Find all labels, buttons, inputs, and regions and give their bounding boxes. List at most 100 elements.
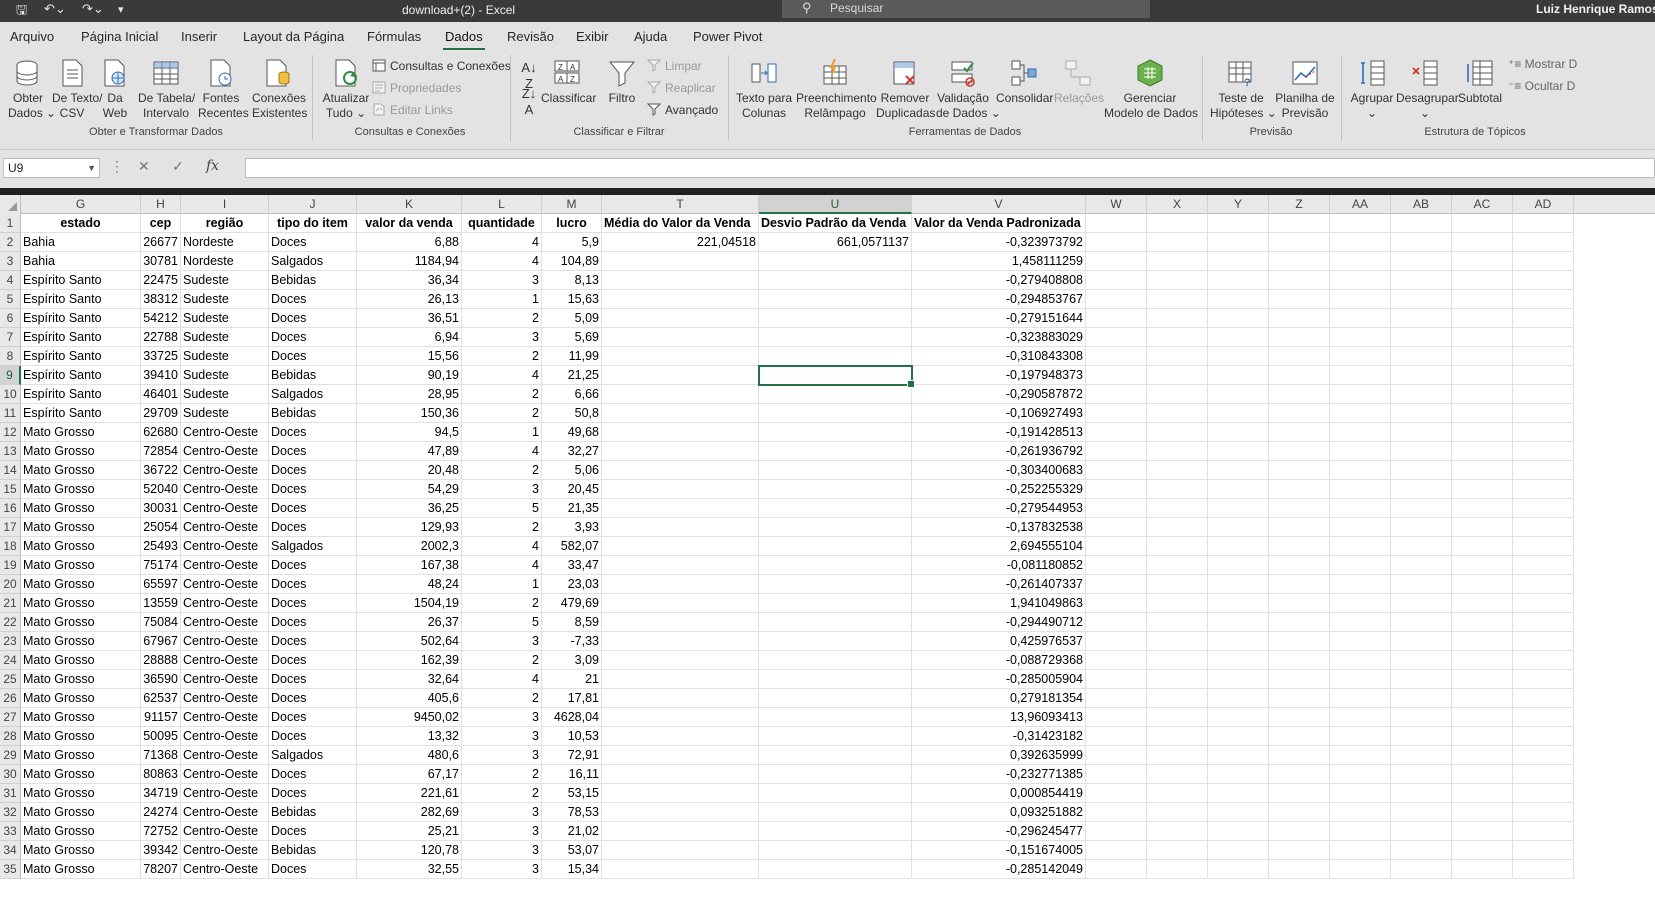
- grid-cell[interactable]: [1452, 404, 1513, 423]
- hide-detail-button[interactable]: ⁻≡ Ocultar D: [1508, 78, 1575, 94]
- row-header-21[interactable]: 21: [0, 594, 21, 613]
- save-icon[interactable]: 🖫: [16, 1, 27, 23]
- grid-cell[interactable]: [1452, 309, 1513, 328]
- grid-cell[interactable]: [1269, 347, 1330, 366]
- grid-cell[interactable]: -0,279544953: [912, 499, 1086, 518]
- grid-cell[interactable]: -0,296245477: [912, 822, 1086, 841]
- grid-cell[interactable]: 9450,02: [357, 708, 462, 727]
- grid-cell[interactable]: [1147, 803, 1208, 822]
- tab-p-gina-inicial[interactable]: Página Inicial: [81, 29, 158, 44]
- grid-cell[interactable]: [1513, 347, 1574, 366]
- row-header-14[interactable]: 14: [0, 461, 21, 480]
- grid-cell[interactable]: Bebidas: [269, 271, 357, 290]
- grid-cell[interactable]: 4: [462, 252, 542, 271]
- grid-cell[interactable]: [1269, 480, 1330, 499]
- grid-cell[interactable]: 0,392635999: [912, 746, 1086, 765]
- grid-cell[interactable]: [1208, 499, 1269, 518]
- grid-cell[interactable]: [1147, 290, 1208, 309]
- grid-cell[interactable]: 2: [462, 347, 542, 366]
- grid-cell[interactable]: Sudeste: [181, 385, 269, 404]
- grid-cell[interactable]: [1269, 784, 1330, 803]
- grid-cell[interactable]: Mato Grosso: [21, 689, 141, 708]
- grid-cell[interactable]: [1391, 518, 1452, 537]
- grid-cell[interactable]: 1504,19: [357, 594, 462, 613]
- grid-cell[interactable]: 34719: [141, 784, 181, 803]
- grid-cell[interactable]: [1452, 803, 1513, 822]
- grid-cell[interactable]: [1147, 746, 1208, 765]
- grid-cell[interactable]: 91157: [141, 708, 181, 727]
- grid-cell[interactable]: [602, 670, 759, 689]
- grid-cell[interactable]: [1452, 594, 1513, 613]
- grid-cell[interactable]: [1147, 518, 1208, 537]
- grid-cell[interactable]: [1330, 727, 1391, 746]
- grid-cell[interactable]: [602, 689, 759, 708]
- grid-cell[interactable]: [1513, 290, 1574, 309]
- grid-cell[interactable]: 20,45: [542, 480, 602, 499]
- enter-icon[interactable]: ✓: [172, 158, 184, 175]
- grid-cell[interactable]: [1208, 708, 1269, 727]
- grid-cell[interactable]: 78,53: [542, 803, 602, 822]
- grid-cell[interactable]: Bebidas: [269, 366, 357, 385]
- grid-cell[interactable]: 36,51: [357, 309, 462, 328]
- grid-cell[interactable]: 72,91: [542, 746, 602, 765]
- grid-cell[interactable]: 6,66: [542, 385, 602, 404]
- grid-cell[interactable]: -0,290587872: [912, 385, 1086, 404]
- row-header-28[interactable]: 28: [0, 727, 21, 746]
- grid-cell[interactable]: [1452, 708, 1513, 727]
- grid-cell[interactable]: [1391, 252, 1452, 271]
- grid-cell[interactable]: [1330, 613, 1391, 632]
- grid-cell[interactable]: 129,93: [357, 518, 462, 537]
- column-header-z[interactable]: Z: [1269, 195, 1330, 214]
- grid-cell[interactable]: [1147, 423, 1208, 442]
- grid-cell[interactable]: [602, 347, 759, 366]
- grid-cell[interactable]: Nordeste: [181, 233, 269, 252]
- grid-cell[interactable]: 52040: [141, 480, 181, 499]
- grid-cell[interactable]: Mato Grosso: [21, 670, 141, 689]
- grid-cell[interactable]: 4: [462, 670, 542, 689]
- column-header-g[interactable]: G: [21, 195, 141, 214]
- grid-cell[interactable]: [1269, 803, 1330, 822]
- grid-cell[interactable]: [1330, 556, 1391, 575]
- grid-cell[interactable]: [1391, 651, 1452, 670]
- grid-cell[interactable]: -0,285142049: [912, 860, 1086, 879]
- grid-cell[interactable]: 36,25: [357, 499, 462, 518]
- existing-connections-button[interactable]: Conexões Existentes: [252, 58, 307, 121]
- grid-cell[interactable]: [1208, 309, 1269, 328]
- grid-cell[interactable]: [1391, 556, 1452, 575]
- grid-cell[interactable]: [1208, 765, 1269, 784]
- grid-cell[interactable]: 2: [462, 518, 542, 537]
- grid-cell[interactable]: [602, 252, 759, 271]
- grid-cell[interactable]: [1513, 784, 1574, 803]
- grid-cell[interactable]: [1147, 651, 1208, 670]
- grid-cell[interactable]: 30781: [141, 252, 181, 271]
- grid-cell[interactable]: 3: [462, 328, 542, 347]
- grid-cell[interactable]: [759, 689, 912, 708]
- grid-cell[interactable]: Espírito Santo: [21, 347, 141, 366]
- grid-cell[interactable]: [1330, 423, 1391, 442]
- grid-cell[interactable]: 2002,3: [357, 537, 462, 556]
- grid-cell[interactable]: [1147, 499, 1208, 518]
- row-header-17[interactable]: 17: [0, 518, 21, 537]
- grid-cell[interactable]: [1147, 613, 1208, 632]
- grid-cell[interactable]: -0,191428513: [912, 423, 1086, 442]
- grid-cell[interactable]: 582,07: [542, 537, 602, 556]
- grid-cell[interactable]: 20,48: [357, 461, 462, 480]
- grid-cell[interactable]: Doces: [269, 594, 357, 613]
- worksheet-grid[interactable]: G H I J K L M T U V W X Y Z AA AB AC AD 1 estado cep região t…: [0, 195, 1655, 920]
- grid-cell[interactable]: -0,088729368: [912, 651, 1086, 670]
- grid-cell[interactable]: [1269, 252, 1330, 271]
- grid-cell[interactable]: Centro-Oeste: [181, 670, 269, 689]
- grid-cell[interactable]: 4: [462, 366, 542, 385]
- grid-cell[interactable]: [1452, 347, 1513, 366]
- grid-cell[interactable]: -0,279408808: [912, 271, 1086, 290]
- grid-cell[interactable]: Mato Grosso: [21, 613, 141, 632]
- grid-cell[interactable]: -0,197948373: [912, 366, 1086, 385]
- grid-cell[interactable]: Centro-Oeste: [181, 727, 269, 746]
- grid-cell[interactable]: 502,64: [357, 632, 462, 651]
- grid-cell[interactable]: [1330, 214, 1391, 233]
- grid-cell[interactable]: [759, 651, 912, 670]
- grid-cell[interactable]: 32,27: [542, 442, 602, 461]
- grid-cell[interactable]: [1330, 575, 1391, 594]
- grid-cell[interactable]: Bebidas: [269, 803, 357, 822]
- grid-cell[interactable]: [1269, 518, 1330, 537]
